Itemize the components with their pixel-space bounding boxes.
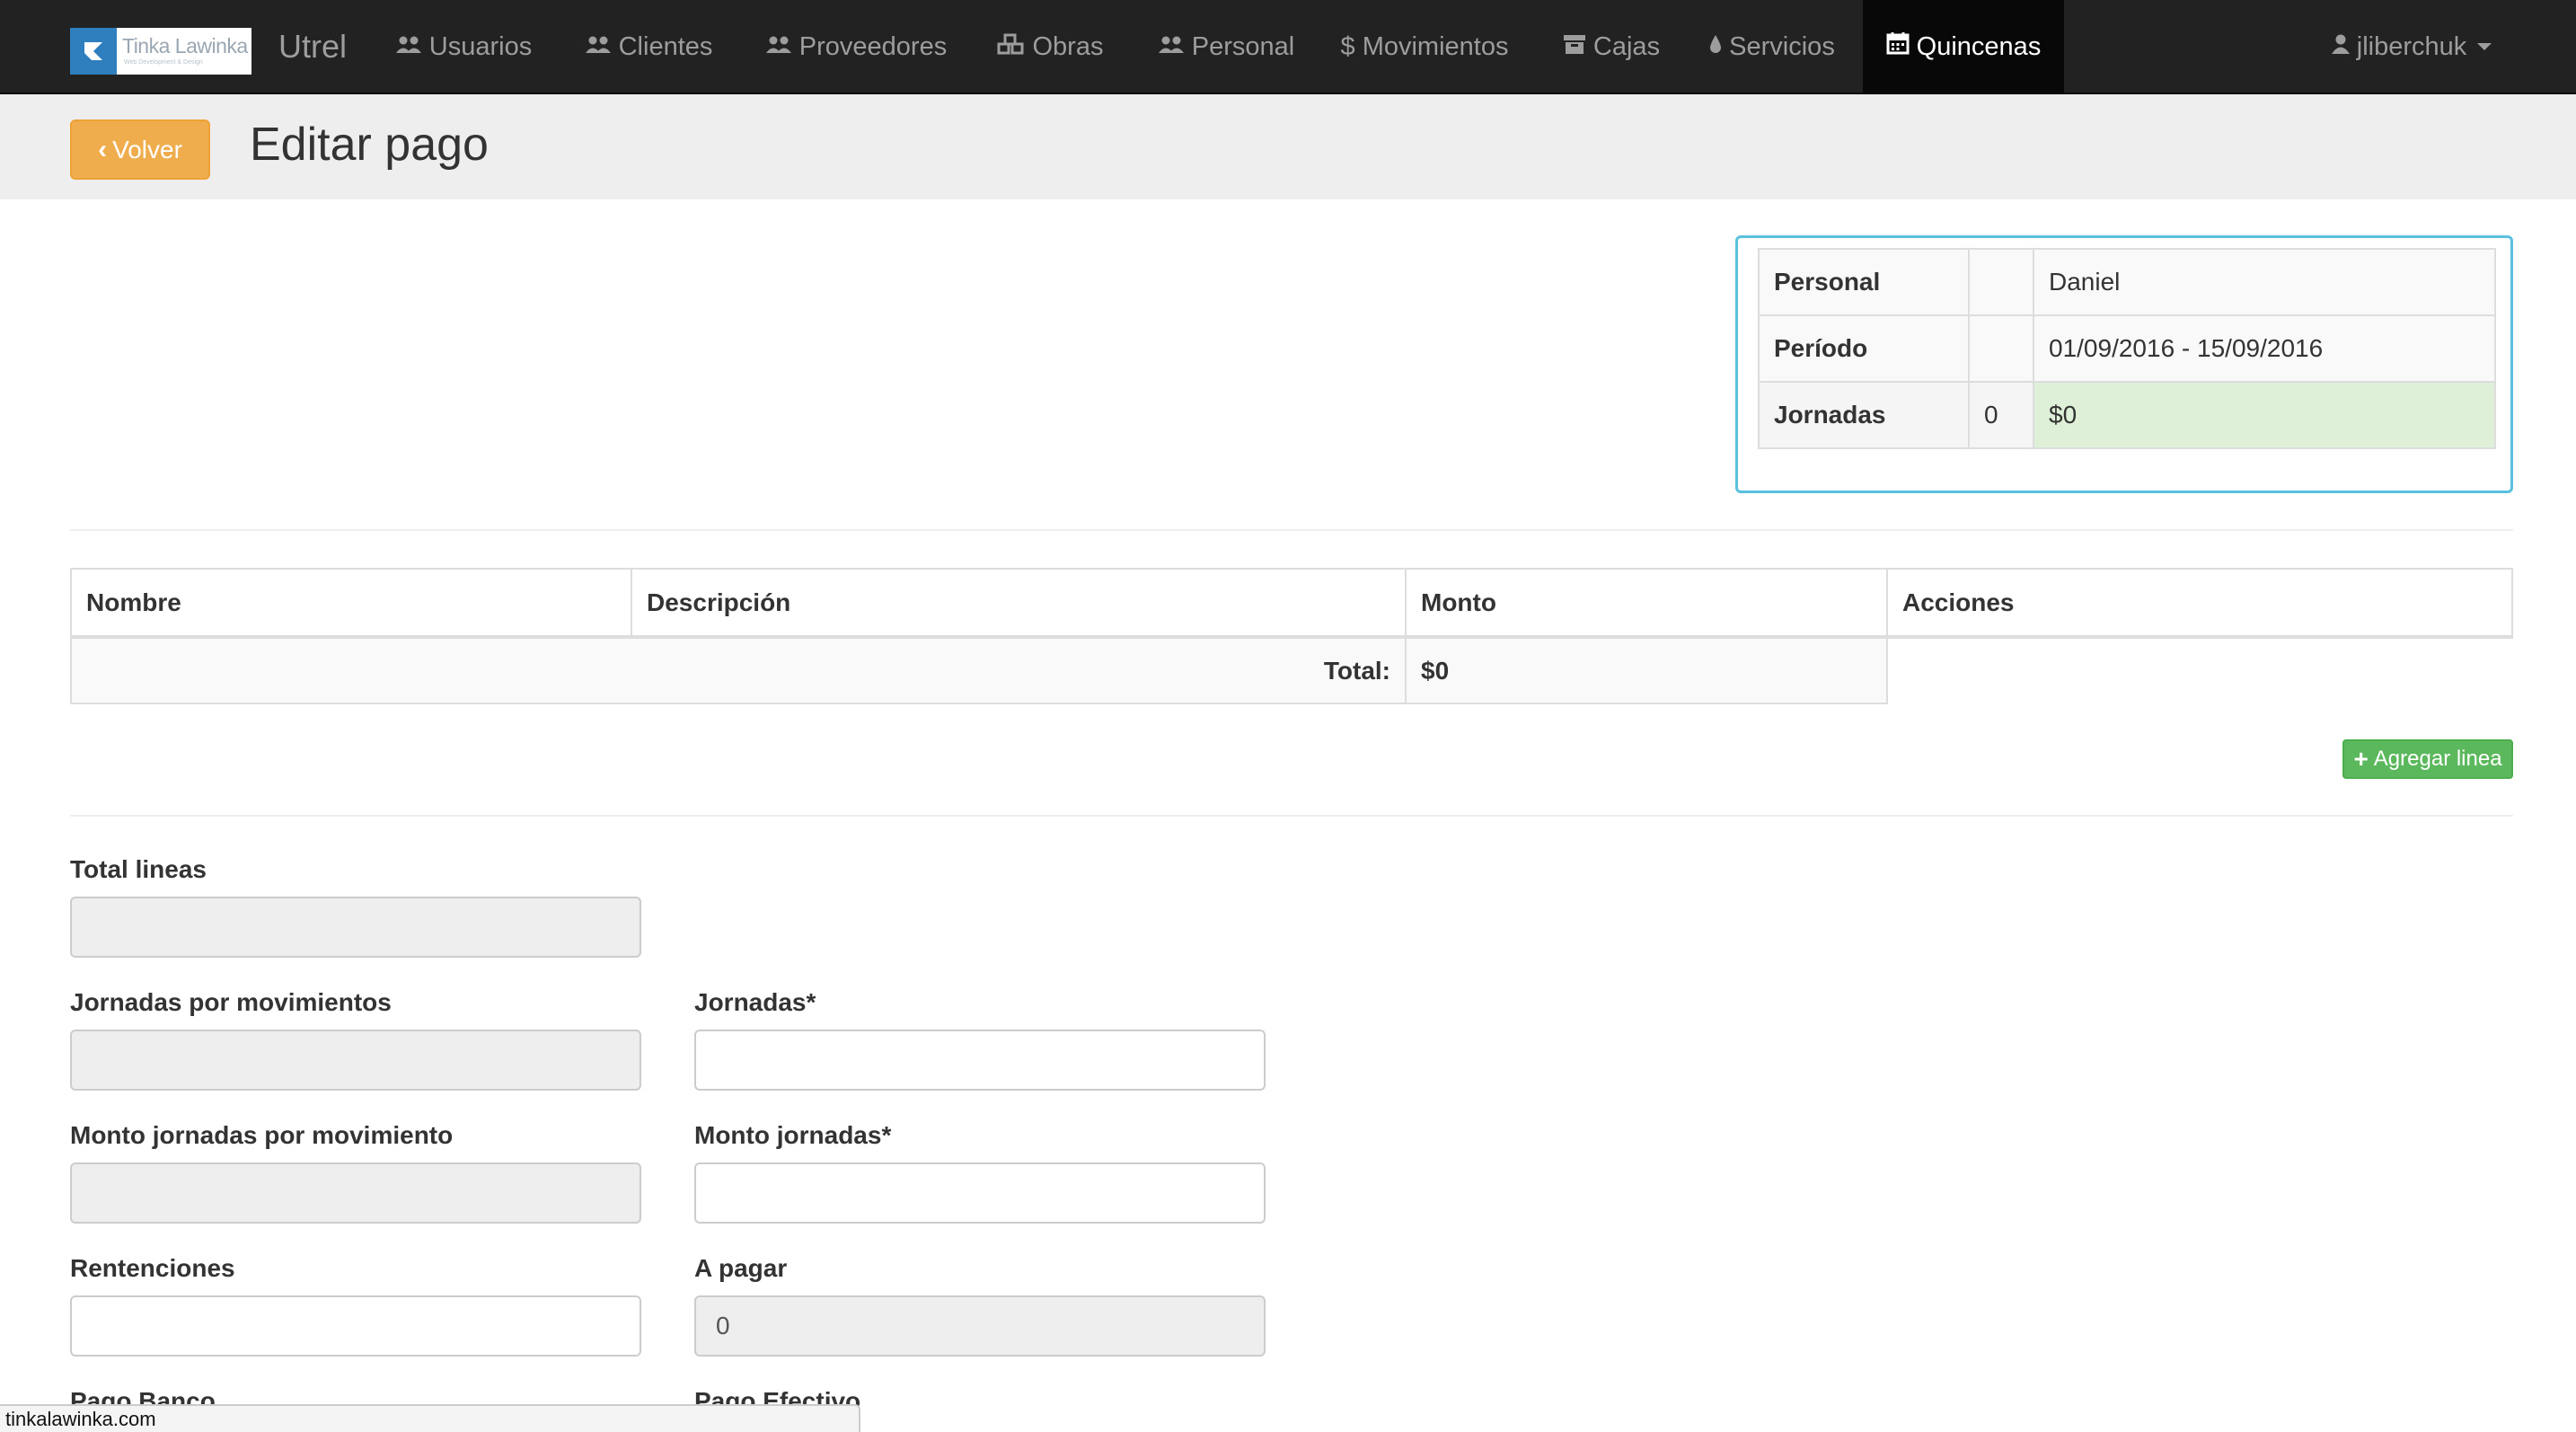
column-header-nombre[interactable]: Nombre [70,568,632,639]
info-row-jornadas: Jornadas 0 $0 [1758,381,2496,449]
total-label: Total: [70,636,1407,704]
cubes-icon [997,32,1026,62]
logo-text: Tinka Lawinka [122,34,248,57]
a-pagar-field[interactable] [694,1295,1266,1357]
nav-item-obras[interactable]: Obras [988,0,1112,93]
info-label: Jornadas [1758,381,1970,449]
total-empty-cell [1887,637,2512,703]
browser-status-bar: tinkalawinka.com [0,1404,860,1432]
jornadas-label: Jornadas* [694,988,816,1016]
jornadas-por-movimientos-label: Jornadas por movimientos [70,988,392,1016]
table-header-row: Nombre Descripción Monto Acciones [70,568,2513,639]
user-name: jliberchuk [2356,31,2467,61]
info-value: $0 [2033,381,2496,449]
total-value: $0 [1405,636,1888,704]
nav-label: Personal [1191,31,1295,61]
nav-item-cajas[interactable]: Cajas [1556,0,1667,93]
table-total-row: Total: $0 [70,636,2512,704]
info-label: Período [1758,314,1970,383]
info-mid [1968,314,2034,383]
info-label: Personal [1758,248,1970,316]
divider [70,529,2513,531]
users-icon [585,32,612,62]
payment-info-panel: Personal Daniel Período 01/09/2016 - 15/… [1735,235,2513,493]
column-header-descripcion[interactable]: Descripción [631,568,1407,639]
brand-name[interactable]: Utrel [278,28,347,66]
jornadas-por-movimientos-field[interactable] [70,1030,641,1091]
back-button[interactable]: ‹ Volver [70,119,210,180]
monto-jornadas-por-movimiento-field[interactable] [70,1162,641,1224]
monto-jornadas-por-movimiento-label: Monto jornadas por movimiento [70,1121,454,1149]
nav-label: Obras [1032,31,1104,61]
info-jornadas-count: 0 [1968,381,2034,449]
page-title: Editar pago [250,119,489,171]
nav-label: Usuarios [428,31,533,61]
payment-info-table: Personal Daniel Período 01/09/2016 - 15/… [1758,248,2496,449]
nav-item-movimientos[interactable]: $ Movimientos [1335,0,1514,93]
nav-item-personal[interactable]: Personal [1150,0,1302,93]
archive-icon [1563,32,1586,62]
jornadas-field[interactable] [694,1030,1266,1091]
back-button-label: Volver [112,135,182,164]
top-navbar: Tinka Lawinka Web Development & Design U… [0,0,2576,94]
user-menu-dropdown[interactable]: jliberchuk [2310,0,2513,93]
total-lineas-field[interactable] [70,897,641,958]
monto-jornadas-field[interactable] [694,1162,1266,1224]
nav-item-servicios[interactable]: Servicios [1703,0,1841,93]
logo-subtext: Web Development & Design [124,59,203,66]
monto-jornadas-label: Monto jornadas* [694,1121,892,1149]
users-icon [1158,32,1185,62]
retenciones-field[interactable] [70,1295,641,1357]
payment-lines-table: Nombre Descripción Monto Acciones Total:… [70,568,2513,704]
info-mid [1968,248,2034,316]
logo-mark-icon [70,28,117,75]
add-line-button[interactable]: + Agregar linea [2342,739,2513,779]
chevron-left-icon: ‹ [98,134,108,164]
info-value: Daniel [2033,248,2496,316]
page-header: ‹ Volver Editar pago [0,94,2576,199]
column-header-acciones[interactable]: Acciones [1886,568,2513,639]
add-line-label: Agregar linea [2373,747,2502,771]
retenciones-label: Rentenciones [70,1254,235,1282]
nav-item-usuarios[interactable]: Usuarios [387,0,540,93]
divider [70,815,2513,817]
nav-item-proveedores[interactable]: Proveedores [753,0,959,93]
nav-item-quincenas[interactable]: Quincenas [1863,0,2064,93]
nav-label: $ Movimientos [1340,31,1509,61]
users-icon [395,32,422,62]
nav-label: Cajas [1592,31,1661,61]
total-lineas-label: Total lineas [70,855,207,883]
nav-label: Servicios [1729,31,1835,61]
users-icon [765,32,792,62]
nav-label: Proveedores [798,31,948,61]
nav-label: Clientes [618,31,713,61]
info-row-personal: Personal Daniel [1758,248,2496,316]
plus-icon: + [2353,745,2369,773]
a-pagar-label: A pagar [694,1254,788,1282]
nav-item-clientes[interactable]: Clientes [573,0,724,93]
column-header-monto[interactable]: Monto [1405,568,1888,639]
info-row-periodo: Período 01/09/2016 - 15/09/2016 [1758,314,2496,383]
nav-label: Quincenas [1916,31,2042,61]
company-logo[interactable]: Tinka Lawinka Web Development & Design [70,28,251,75]
chevron-down-icon [2477,43,2492,50]
drop-icon [1709,32,1722,62]
calendar-icon [1886,31,1910,62]
info-value: 01/09/2016 - 15/09/2016 [2033,314,2496,383]
user-icon [2331,32,2350,62]
